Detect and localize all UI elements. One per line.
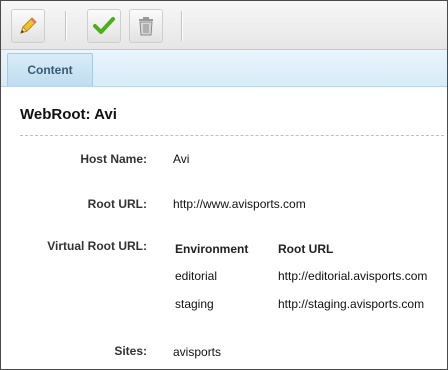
root-url-label: Root URL: xyxy=(87,197,147,211)
toolbar xyxy=(1,1,447,50)
tab-content[interactable]: Content xyxy=(7,53,93,86)
host-name-value: Avi xyxy=(173,152,190,166)
virtual-root-url-label: Virtual Root URL: xyxy=(47,239,147,253)
root-url-value: http://www.avisports.com xyxy=(173,197,306,211)
edit-button[interactable] xyxy=(11,9,45,43)
root-url-cell: http://staging.avisports.com xyxy=(278,297,425,311)
checkmark-icon xyxy=(93,17,115,34)
title-divider xyxy=(20,135,444,136)
sites-label: Sites: xyxy=(114,344,147,358)
column-header-environment: Environment xyxy=(175,242,249,256)
tab-bar: Content xyxy=(1,50,447,87)
pencil-icon xyxy=(20,17,37,34)
environment-cell: staging xyxy=(175,297,214,311)
delete-button[interactable] xyxy=(129,9,163,43)
environment-cell: editorial xyxy=(175,269,218,283)
column-header-root-url: Root URL xyxy=(278,242,334,256)
toolbar-separator xyxy=(65,11,67,41)
page-title: WebRoot: Avi xyxy=(20,106,117,123)
root-url-cell: http://editorial.avisports.com xyxy=(278,269,428,283)
sites-value: avisports xyxy=(173,345,222,359)
host-name-label: Host Name: xyxy=(80,152,147,166)
trash-icon xyxy=(139,17,153,36)
toolbar-separator xyxy=(181,11,183,41)
webroot-panel: Content WebRoot: Avi Host Name: Avi Root… xyxy=(0,0,448,370)
approve-button[interactable] xyxy=(87,9,121,43)
